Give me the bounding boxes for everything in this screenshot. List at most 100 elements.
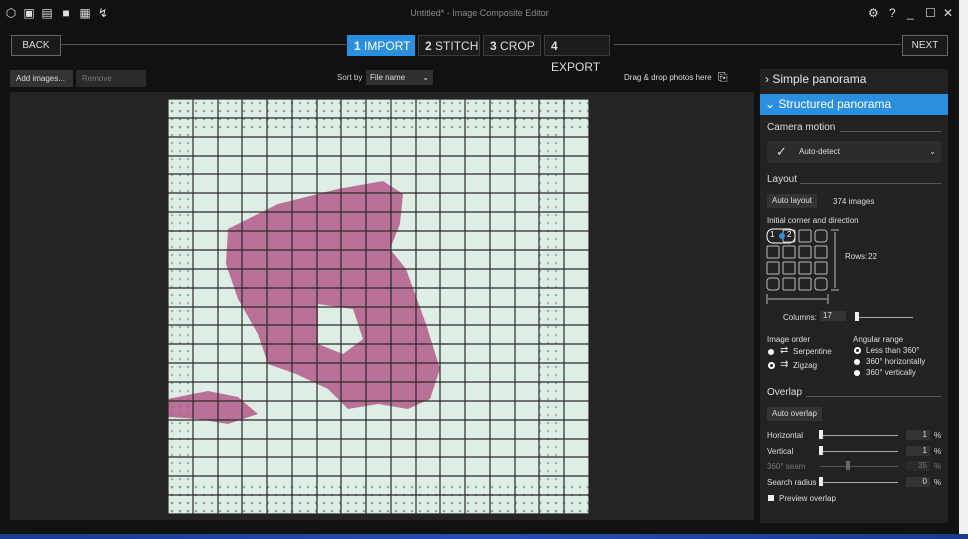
tab-crop[interactable]: 3 CROP xyxy=(483,35,541,56)
vertical-label: Vertical xyxy=(767,447,794,456)
seam-slider-thumb xyxy=(846,461,850,470)
step-label: IMPORT xyxy=(364,39,411,53)
maximize-button[interactable]: ☐ xyxy=(925,6,936,20)
taskbar xyxy=(0,534,968,539)
simple-panorama-label: Simple panorama xyxy=(772,72,867,86)
step-label: STITCH xyxy=(435,39,479,53)
vertical-unit: % xyxy=(934,447,942,456)
chevron-down-icon: ⌄ xyxy=(929,147,936,156)
serpentine-radio[interactable] xyxy=(768,349,774,355)
step-number: 4 xyxy=(551,39,558,53)
divider xyxy=(800,183,941,184)
settings-icon[interactable]: ⚙ xyxy=(868,6,879,20)
columns-label: Columns: xyxy=(783,313,817,322)
title-bar: ⬡ ▣ ▤ ■ ▦ ↯ Untitled* - Image Composite … xyxy=(0,0,959,32)
360-horizontal-label: 360° horizontally xyxy=(866,357,926,366)
window-title: Untitled* - Image Composite Editor xyxy=(410,8,549,18)
step-number: 1 xyxy=(354,39,361,53)
rows-label: Rows: xyxy=(845,252,868,261)
close-button[interactable]: ✕ xyxy=(943,6,953,20)
columns-slider-track[interactable] xyxy=(856,317,913,318)
sort-label: Sort by xyxy=(337,73,363,82)
preview-overlap-label: Preview overlap xyxy=(779,494,836,503)
sort-select[interactable]: File name ⌄ xyxy=(366,70,433,85)
step-number: 2 xyxy=(425,39,432,53)
seam-slider-track xyxy=(820,466,898,467)
horizontal-slider-track[interactable] xyxy=(820,435,898,436)
vertical-slider-thumb[interactable] xyxy=(819,446,823,455)
search-radius-slider-thumb[interactable] xyxy=(819,477,823,486)
chevron-right-icon: › xyxy=(765,72,769,86)
structured-panorama-label: Structured panorama xyxy=(778,97,892,111)
next-button[interactable]: NEXT xyxy=(902,35,948,56)
sort-value: File name xyxy=(370,73,406,82)
360-horizontal-radio[interactable] xyxy=(854,359,860,365)
horizontal-slider-thumb[interactable] xyxy=(819,430,823,439)
minimize-button[interactable]: _ xyxy=(907,6,914,20)
step-number: 3 xyxy=(490,39,497,53)
tab-export[interactable]: 4 EXPORT xyxy=(544,35,610,74)
add-images-button[interactable]: Add images... xyxy=(10,70,73,87)
image-canvas[interactable] xyxy=(10,92,754,520)
seam-unit: % xyxy=(934,462,942,471)
nav-divider-right xyxy=(614,44,901,45)
vertical-input[interactable]: 1 xyxy=(906,446,930,456)
corner-direction-grid[interactable] xyxy=(766,228,848,308)
less-than-360-radio[interactable] xyxy=(854,347,861,354)
image-mosaic[interactable] xyxy=(167,98,590,515)
divider xyxy=(840,131,941,132)
import-toolbar: Add images... Remove selected Sort by Fi… xyxy=(10,69,754,100)
search-radius-slider-track[interactable] xyxy=(820,482,898,483)
camera-motion-title: Camera motion xyxy=(767,122,836,133)
app-window: ⬡ ▣ ▤ ■ ▦ ↯ Untitled* - Image Composite … xyxy=(0,0,959,534)
help-icon[interactable]: ? xyxy=(889,6,896,20)
preview-overlap-checkbox[interactable] xyxy=(768,495,774,501)
seam-input: 35 xyxy=(906,461,930,471)
images-count: 374 images xyxy=(833,197,875,206)
horizontal-input[interactable]: 1 xyxy=(906,430,930,440)
desktop-edge xyxy=(959,0,968,534)
tab-import[interactable]: 1 IMPORT xyxy=(347,35,415,56)
back-button[interactable]: BACK xyxy=(11,35,61,56)
camera-motion-value: Auto-detect xyxy=(799,147,840,156)
horizontal-unit: % xyxy=(934,431,942,440)
auto-layout-button[interactable]: Auto layout xyxy=(767,194,818,208)
angular-range-title: Angular range xyxy=(853,335,904,344)
seam-label: 360° seam xyxy=(767,462,806,471)
camera-motion-select[interactable]: ✓ Auto-detect ⌄ xyxy=(767,141,941,163)
corner-direction-label: Initial corner and direction xyxy=(767,216,859,225)
layout-title: Layout xyxy=(767,174,798,185)
corner-first: 1 xyxy=(770,230,775,239)
columns-slider-thumb[interactable] xyxy=(855,312,859,321)
vertical-slider-track[interactable] xyxy=(820,451,898,452)
wizard-nav: BACK 1 IMPORT 2 STITCH 3 CROP 4 EXPORT N… xyxy=(0,32,959,74)
drag-drop-icon: ⎘ xyxy=(718,70,728,84)
corner-second: 2 xyxy=(787,230,792,239)
divider xyxy=(806,396,941,397)
nav-divider-left xyxy=(60,44,346,45)
less-than-360-label: Less than 360° xyxy=(866,346,920,355)
zigzag-radio[interactable] xyxy=(768,362,775,369)
360-vertical-label: 360° vertically xyxy=(866,368,916,377)
step-label: CROP xyxy=(500,39,535,53)
auto-overlap-button[interactable]: Auto overlap xyxy=(767,407,822,421)
360-vertical-radio[interactable] xyxy=(854,370,860,376)
search-radius-unit: % xyxy=(934,478,942,487)
rows-value[interactable]: 22 xyxy=(868,252,877,261)
tab-stitch[interactable]: 2 STITCH xyxy=(418,35,480,56)
structured-panorama-header[interactable]: ⌄ Structured panorama xyxy=(760,94,948,115)
columns-input[interactable]: 17 xyxy=(820,311,846,321)
simple-panorama-header[interactable]: › Simple panorama xyxy=(760,69,948,90)
overlap-title: Overlap xyxy=(767,387,803,398)
zigzag-icon: ⇉ xyxy=(780,359,789,370)
mosaic-graphic xyxy=(167,98,590,515)
search-radius-input[interactable]: 0 xyxy=(906,477,930,487)
image-order-title: Image order xyxy=(767,335,811,344)
remove-selected-button[interactable]: Remove selected xyxy=(76,70,146,100)
checkmark-icon: ✓ xyxy=(776,144,787,159)
serpentine-label: Serpentine xyxy=(793,347,832,356)
chevron-down-icon: ⌄ xyxy=(422,73,429,82)
serpentine-icon: ⇄ xyxy=(780,345,789,356)
settings-panel: › Simple panorama ⌄ Structured panorama … xyxy=(760,69,948,523)
chevron-down-icon: ⌄ xyxy=(765,97,776,111)
